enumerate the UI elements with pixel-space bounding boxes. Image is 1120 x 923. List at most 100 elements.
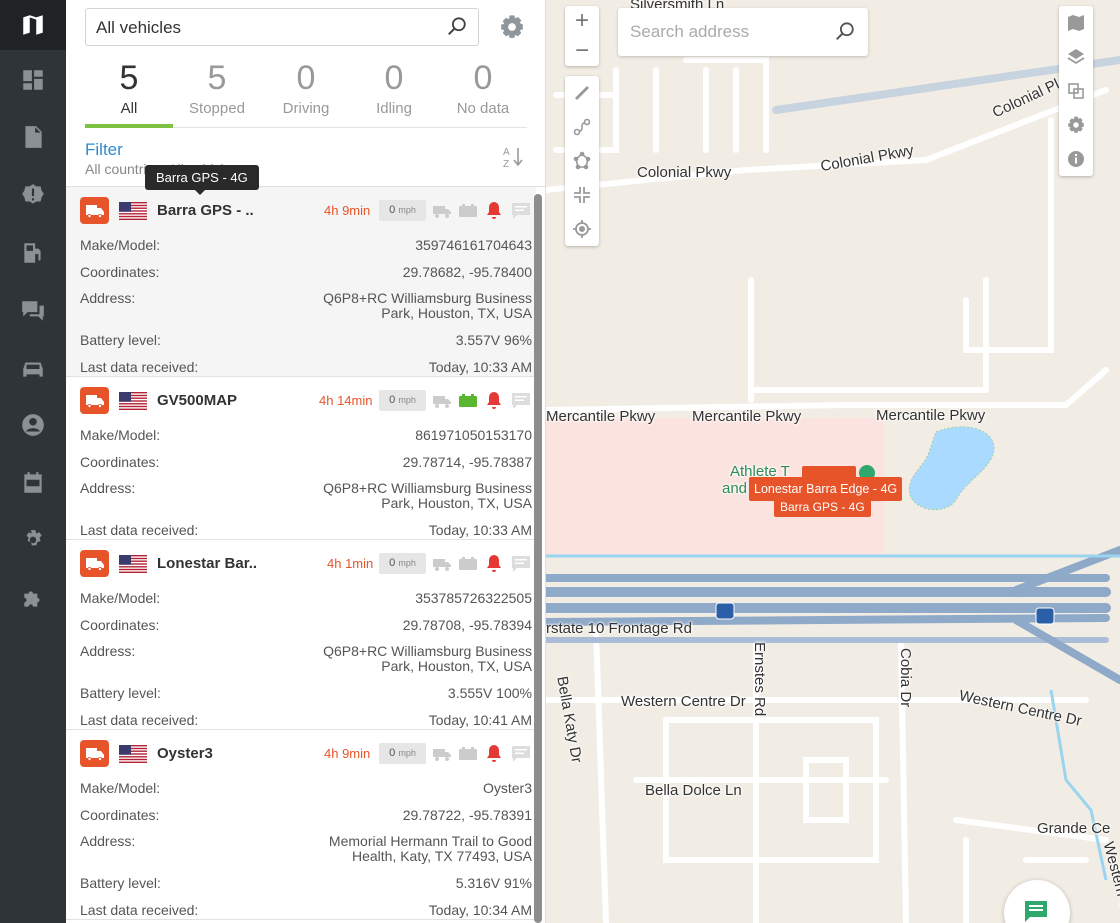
vehicle-select[interactable]: All vehicles	[85, 8, 479, 46]
vehicle-card[interactable]: GV500MAP 4h 14min 0 mph Make/Model: 86197…	[66, 377, 536, 540]
map-icon	[1068, 15, 1084, 31]
field-label: Coordinates:	[80, 806, 160, 823]
message-icon[interactable]	[511, 201, 531, 221]
address-value: Q6P8+RC Williamsburg Business Park, Hous…	[323, 480, 532, 511]
list-scrollbar[interactable]	[534, 194, 542, 923]
battery-icon	[458, 391, 478, 411]
message-icon[interactable]	[511, 391, 531, 411]
layers-button[interactable]	[1059, 40, 1093, 74]
tab-label: Driving	[282, 100, 330, 117]
vehicle-name: GV500MAP	[157, 392, 238, 409]
truck-icon	[80, 550, 109, 577]
map-canvas[interactable]	[546, 0, 1120, 923]
user-icon	[22, 414, 44, 436]
address-value: Q6P8+RC Williamsburg Business Park, Hous…	[323, 643, 532, 674]
speed-badge: 0 mph	[379, 553, 426, 574]
battery-icon	[458, 201, 478, 221]
vehicle-card[interactable]: Lonestar Bar.. 4h 1min 0 mph Make/Model:…	[66, 540, 536, 730]
nav-alerts[interactable]	[0, 170, 66, 220]
vehicle-panel: All vehicles 5 All 5 Stopped 0 Driving 0…	[66, 0, 546, 923]
us-flag-icon	[119, 745, 147, 763]
geofence-button[interactable]	[1059, 74, 1093, 108]
address-search-input[interactable]	[630, 22, 830, 42]
battery-value: 3.555V 100%	[447, 685, 532, 701]
us-flag-icon	[119, 555, 147, 573]
zoom-in-button[interactable]: +	[565, 6, 599, 36]
tab-label: No data	[456, 100, 510, 117]
bell-icon[interactable]	[485, 391, 503, 411]
make-model-value: 359746161704643	[415, 237, 532, 253]
stopped-duration: 4h 14min	[319, 393, 373, 408]
vehicle-marker[interactable]: Lonestar Barra Edge - 4G	[749, 477, 903, 501]
nav-drivers[interactable]	[0, 400, 66, 450]
truck-status-icon	[432, 201, 452, 221]
nav-reports[interactable]	[0, 112, 66, 162]
address-search	[618, 8, 868, 56]
polygon-button[interactable]	[565, 144, 599, 178]
bell-icon[interactable]	[485, 554, 503, 574]
map-type-button[interactable]	[1059, 6, 1093, 40]
tab-idling[interactable]: 0 Idling	[350, 56, 438, 128]
svg-text:A: A	[503, 147, 510, 158]
search-icon[interactable]	[446, 16, 468, 38]
vehicle-name: Lonestar Bar..	[157, 555, 258, 572]
zoom-out-button[interactable]: −	[565, 36, 599, 66]
tab-label: Idling	[376, 100, 412, 117]
target-icon	[573, 220, 591, 238]
stopped-duration: 4h 9min	[324, 203, 371, 218]
poi-label: and	[722, 480, 748, 497]
address-value: Memorial Hermann Trail to Good Health, K…	[328, 833, 532, 864]
sort-az-icon[interactable]: A Z	[501, 144, 525, 170]
nav-fuel[interactable]	[0, 228, 66, 278]
nav-map[interactable]	[0, 0, 66, 50]
field-label: Make/Model:	[80, 590, 161, 606]
road-label: Cobia Dr	[897, 648, 914, 708]
layers-icon	[1067, 49, 1085, 65]
map-roads	[546, 56, 1120, 923]
vehicle-card[interactable]: Oyster3 4h 9min 0 mph Make/Model: Oyster3…	[66, 730, 536, 920]
nav-dashboard[interactable]	[0, 55, 66, 105]
alert-icon	[22, 184, 44, 204]
road-label: rstate 10 Frontage Rd	[546, 620, 692, 637]
nav-vehicles[interactable]	[0, 344, 66, 394]
route-icon	[573, 118, 591, 136]
map-settings-button[interactable]	[1059, 108, 1093, 142]
nav-messages[interactable]	[0, 286, 66, 336]
bell-icon[interactable]	[485, 744, 503, 764]
map-options	[1059, 6, 1093, 176]
filter-link[interactable]: Filter	[85, 140, 525, 160]
gear-icon	[26, 530, 42, 546]
list-settings-button[interactable]	[498, 13, 526, 41]
speed-badge: 0 mph	[379, 200, 426, 221]
chat-icon	[1025, 901, 1047, 922]
tab-label: All	[120, 100, 138, 117]
tab-driving[interactable]: 0 Driving	[262, 56, 350, 128]
info-button[interactable]	[1059, 142, 1093, 176]
ruler-icon	[575, 86, 589, 100]
battery-icon	[458, 744, 478, 764]
last-data-value: Today, 10:34 AM	[428, 901, 532, 918]
vehicle-card[interactable]: Barra GPS - .. 4h 9min 0 mph Make/Model:…	[66, 187, 536, 377]
bell-icon[interactable]	[485, 201, 503, 221]
field-label: Battery level:	[80, 685, 161, 701]
road-label: Mercantile Pkwy	[876, 407, 986, 424]
search-icon[interactable]	[834, 21, 856, 43]
tab-count: 5	[119, 59, 139, 97]
tab-all[interactable]: 5 All	[85, 56, 173, 128]
nav-plugins[interactable]	[0, 574, 66, 624]
locate-button[interactable]	[565, 212, 599, 246]
road-label: Ernstes Rd	[751, 642, 768, 717]
fit-button[interactable]	[565, 178, 599, 212]
ruler-button[interactable]	[565, 76, 599, 110]
nav-settings[interactable]	[0, 516, 66, 566]
tab-no-data[interactable]: 0 No data	[439, 56, 527, 128]
chat-icon	[22, 301, 44, 321]
tab-stopped[interactable]: 5 Stopped	[173, 56, 261, 128]
us-flag-icon	[119, 202, 147, 220]
road-label: Grande Ce	[1037, 820, 1111, 837]
message-icon[interactable]	[511, 744, 531, 764]
field-label: Last data received:	[80, 358, 199, 375]
message-icon[interactable]	[511, 554, 531, 574]
route-button[interactable]	[565, 110, 599, 144]
nav-tasks[interactable]	[0, 458, 66, 508]
